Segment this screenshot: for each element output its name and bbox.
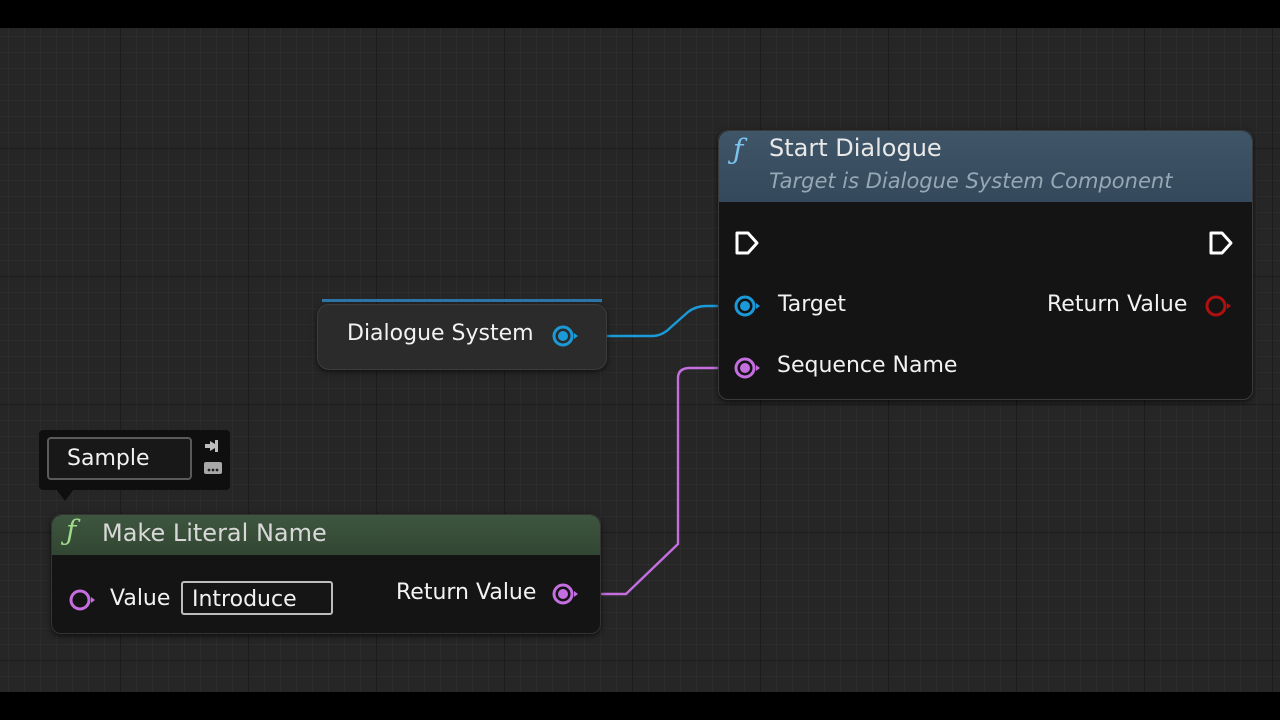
function-icon: ƒ bbox=[66, 514, 77, 547]
value-input-pin[interactable] bbox=[67, 587, 95, 615]
make-literal-name-header[interactable]: ƒ Make Literal Name bbox=[52, 514, 600, 555]
comment-options-icon[interactable] bbox=[203, 461, 223, 475]
sequence-name-pin-label: Sequence Name bbox=[777, 353, 958, 378]
dialogue-system-output-pin[interactable] bbox=[550, 323, 578, 351]
start-dialogue-title: Start Dialogue bbox=[769, 134, 942, 162]
comment-bubble-tail bbox=[56, 489, 74, 501]
sequence-name-pin[interactable] bbox=[732, 355, 760, 383]
start-dialogue-header[interactable]: ƒ Start Dialogue Target is Dialogue Syst… bbox=[719, 131, 1252, 202]
value-pin-label: Value bbox=[110, 586, 171, 611]
target-pin[interactable] bbox=[732, 293, 760, 321]
return-value-pin-label: Return Value bbox=[1047, 292, 1188, 317]
literal-return-value-label: Return Value bbox=[396, 580, 537, 605]
exec-in-pin[interactable] bbox=[733, 229, 761, 257]
return-value-bool-pin[interactable] bbox=[1203, 293, 1231, 321]
make-literal-name-title: Make Literal Name bbox=[102, 519, 327, 547]
variable-node-top-line bbox=[322, 299, 602, 302]
value-name-input[interactable]: Introduce bbox=[181, 581, 333, 615]
start-dialogue-subtitle: Target is Dialogue System Component bbox=[769, 169, 1173, 193]
pin-comment-icon[interactable] bbox=[203, 439, 223, 453]
literal-return-value-pin[interactable] bbox=[550, 581, 578, 609]
exec-out-pin[interactable] bbox=[1207, 229, 1235, 257]
blueprint-editor-screen: ƒ Start Dialogue Target is Dialogue Syst… bbox=[0, 0, 1280, 720]
function-icon: ƒ bbox=[733, 133, 744, 166]
dialogue-system-label: Dialogue System bbox=[347, 321, 534, 346]
make-literal-name-node[interactable]: ƒ Make Literal Name bbox=[51, 514, 601, 634]
target-pin-label: Target bbox=[778, 292, 847, 317]
comment-text-box[interactable]: Sample bbox=[47, 437, 192, 480]
